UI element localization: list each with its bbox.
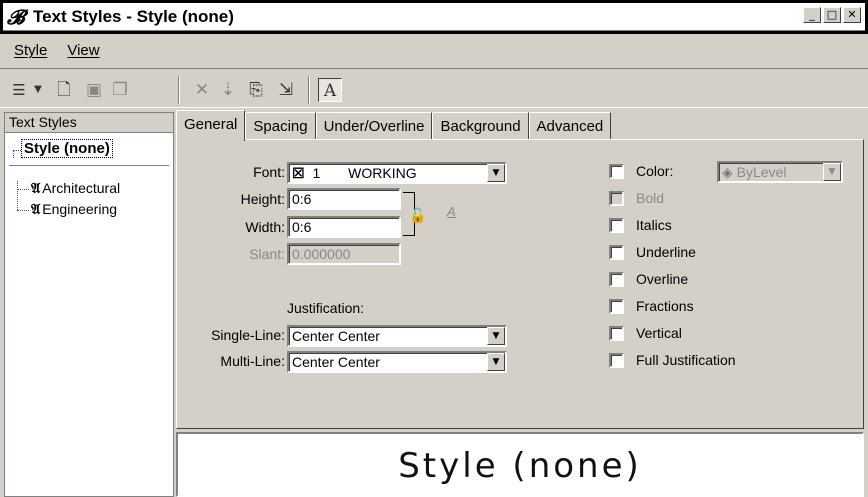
style-preview: Style (none) [176, 432, 864, 497]
fractions-checkbox[interactable] [609, 298, 624, 314]
app-icon[interactable]: 𝓑 [7, 5, 25, 29]
tree-item-label: Engineering [42, 201, 118, 217]
apply-icon[interactable]: ⇣ [216, 78, 240, 102]
italics-label: Italics [636, 217, 672, 233]
italics-option[interactable]: Italics [609, 217, 672, 233]
single-line-select[interactable]: Center Center ▼ [287, 325, 507, 347]
slant-field[interactable]: 0.000000 [287, 243, 401, 265]
overline-label: Overline [636, 271, 689, 287]
tab-advanced[interactable]: Advanced [528, 112, 612, 140]
tree-connector [13, 150, 14, 158]
overline-option[interactable]: Overline [609, 271, 688, 287]
single-line-label: Single-Line: [211, 327, 285, 343]
underline-option[interactable]: Underline [609, 244, 696, 260]
multi-line-label: Multi-Line: [220, 353, 285, 369]
toolbar-divider [178, 76, 180, 104]
color-checkbox[interactable] [609, 163, 624, 179]
tree-item-architectural[interactable]: 𝔄 Architectural [31, 180, 120, 197]
tree-item-engineering[interactable]: 𝔄 Engineering [31, 201, 117, 218]
tree-item-style-none[interactable]: Style (none) [21, 139, 113, 158]
bylevel-icon: ◈ [722, 164, 733, 180]
chevron-down-icon[interactable]: ▼ [487, 327, 505, 345]
italics-checkbox[interactable] [609, 217, 624, 233]
tree-connector [13, 150, 21, 151]
underline-label: Underline [636, 244, 696, 260]
justification-label: Justification: [287, 300, 365, 316]
color-label: Color: [636, 163, 674, 179]
color-value: ByLevel [736, 164, 787, 180]
menu-view[interactable]: View [67, 42, 99, 59]
single-line-value: Center Center [292, 328, 380, 344]
chevron-down-icon[interactable]: ▼ [31, 78, 45, 102]
tree-divider [9, 165, 169, 166]
reset-icon[interactable]: ⎘ [244, 78, 268, 102]
close-icon[interactable]: ✕ [843, 7, 861, 23]
tab-under-overline[interactable]: Under/Overline [315, 112, 433, 140]
toolbar-divider [308, 76, 310, 104]
minimize-icon[interactable]: _ [803, 7, 821, 23]
general-panel: Font: ☒ 1 WORKING ▼ Height: 0:6 Width: 0… [176, 139, 864, 429]
chevron-down-icon[interactable]: ▼ [487, 353, 505, 371]
menu-style[interactable]: Style [14, 42, 47, 59]
copy-icon[interactable]: ❐ [108, 78, 132, 102]
vertical-label: Vertical [636, 325, 682, 341]
tree-item-label: Architectural [42, 180, 121, 196]
tab-general[interactable]: General [176, 110, 246, 141]
tree-connector [17, 210, 29, 211]
tab-strip: General Spacing Under/Overline Backgroun… [176, 110, 612, 141]
full-justification-checkbox[interactable] [609, 352, 624, 368]
overline-checkbox[interactable] [609, 271, 624, 287]
height-field[interactable]: 0:6 [287, 188, 401, 210]
font-label: Font: [253, 164, 285, 180]
bold-option[interactable]: Bold [609, 190, 664, 206]
full-justification-option[interactable]: Full Justification [609, 352, 736, 368]
tab-background[interactable]: Background [432, 112, 529, 140]
save-icon[interactable]: ▣ [82, 78, 106, 102]
lock-icon[interactable]: 🔓 [409, 208, 426, 224]
fractions-label: Fractions [636, 298, 694, 314]
text-style-icon: 𝔄 [31, 202, 41, 218]
list-view-icon[interactable]: ☰ [8, 78, 30, 102]
text-style-tree: Text Styles Style (none) 𝔄 Architectural … [4, 112, 174, 497]
font-name: WORKING [348, 165, 417, 181]
bold-checkbox[interactable] [609, 190, 624, 206]
multi-line-select[interactable]: Center Center ▼ [287, 351, 507, 373]
color-option[interactable]: Color: [609, 163, 673, 179]
tree-header: Text Styles [5, 113, 173, 133]
fractions-option[interactable]: Fractions [609, 298, 694, 314]
font-select[interactable]: ☒ 1 WORKING ▼ [287, 162, 507, 184]
multi-line-value: Center Center [292, 354, 380, 370]
preview-text: Style (none) [398, 446, 642, 486]
tab-spacing[interactable]: Spacing [245, 112, 316, 140]
height-label: Height: [240, 191, 285, 207]
tree-item-label: Style (none) [21, 139, 113, 158]
width-field[interactable]: 0:6 [287, 216, 401, 238]
text-style-icon: 𝔄 [31, 181, 41, 197]
tree-connector [17, 189, 29, 190]
delete-icon[interactable]: ✕ [190, 78, 214, 102]
font-type-icon: ☒ [292, 165, 305, 181]
chevron-down-icon[interactable]: ▼ [487, 164, 505, 182]
maximize-icon[interactable]: □ [823, 7, 841, 23]
bold-label: Bold [636, 190, 665, 206]
vertical-option[interactable]: Vertical [609, 325, 682, 341]
underline-checkbox[interactable] [609, 244, 624, 260]
match-icon[interactable]: A [447, 204, 456, 219]
color-select[interactable]: ◈ ByLevel ▼ [717, 161, 843, 183]
tree-connector [17, 181, 18, 210]
width-label: Width: [245, 219, 285, 235]
vertical-checkbox[interactable] [609, 325, 624, 341]
menu-bar: Style View [14, 42, 100, 59]
window-title: Text Styles - Style (none) [33, 7, 234, 26]
font-number: 1 [312, 165, 321, 181]
text-preview-toggle-icon[interactable]: A [318, 78, 342, 102]
full-justification-label: Full Justification [636, 352, 736, 368]
update-text-icon[interactable]: ⇲ [274, 78, 298, 102]
slant-label: Slant: [249, 246, 285, 262]
toolbar: ☰ ▼ 🗋 ▣ ❐ ✕ ⇣ ⎘ ⇲ A [0, 68, 868, 108]
new-style-icon[interactable]: 🗋 [52, 78, 76, 102]
chevron-down-icon[interactable]: ▼ [823, 163, 841, 181]
title-bar: 𝓑 Text Styles - Style (none) _ □ ✕ [0, 0, 868, 34]
